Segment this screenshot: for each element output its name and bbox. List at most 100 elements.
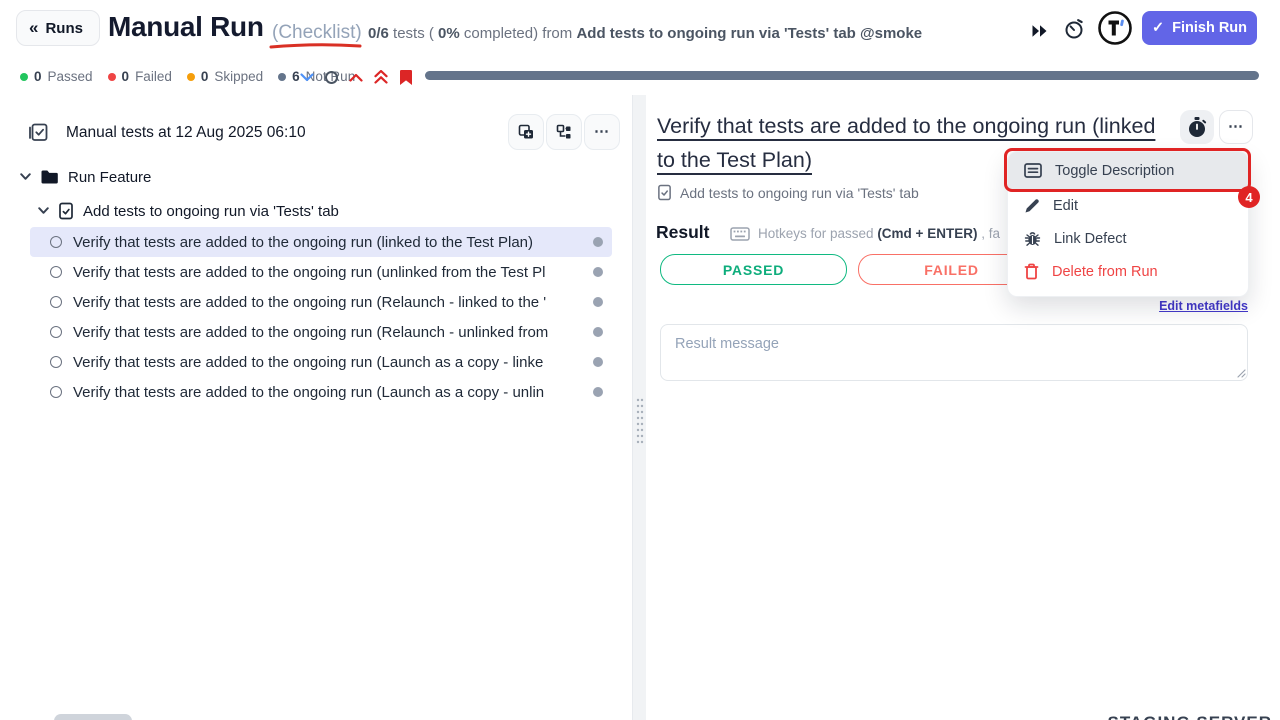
failed-count: 0 Failed [108,69,172,84]
tree-folder-run-feature[interactable]: Run Feature [20,163,151,191]
ellipsis-icon: ⋯ [594,127,610,137]
finish-run-button[interactable]: ✓ Finish Run [1142,11,1257,45]
status-dot-icon [593,357,603,367]
failed-dot-icon [108,73,116,81]
hotkeys-text: Hotkeys for passed (Cmd + ENTER) , fa [758,226,1000,241]
test-row[interactable]: Verify that tests are added to the ongoi… [30,377,612,407]
failed-number: 0 [122,69,130,84]
skipped-label: Skipped [214,69,263,84]
hotkeys-hint: Hotkeys for passed (Cmd + ENTER) , fa [730,226,1005,241]
tests-word: tests ( [389,25,438,42]
urgent-priority-filter[interactable] [374,70,388,84]
test-row[interactable]: Verify that tests are added to the ongoi… [30,257,612,287]
menu-item-link-defect[interactable]: Link Defect [1008,222,1248,255]
red-underline-annotation [269,42,363,50]
test-row[interactable]: Verify that tests are added to the ongoi… [30,317,612,347]
stopwatch-icon [1062,15,1086,41]
menu-item-toggle-description[interactable]: Toggle Description [1008,152,1248,189]
test-more-button[interactable]: ⋯ [1219,110,1253,144]
bookmark-icon [399,69,413,86]
edit-metafields-link[interactable]: Edit metafields [1159,299,1248,313]
panel-resize-handle[interactable] [632,95,646,720]
result-message-input[interactable] [660,324,1248,381]
test-suite-reference[interactable]: Add tests to ongoing run via 'Tests' tab [657,184,919,201]
menu-item-label: Toggle Description [1055,163,1174,179]
chevron-up-icon [349,73,363,82]
app-logo-button[interactable] [1097,10,1133,46]
high-priority-filter[interactable] [349,73,363,82]
not-run-circle-icon [50,356,62,368]
suite-label: Add tests to ongoing run via 'Tests' tab [83,203,339,220]
percent-complete: 0% [438,25,460,42]
pencil-icon [1024,198,1040,214]
status-dot-icon [593,327,603,337]
page-title: Manual Run [108,11,264,43]
double-chevron-left-icon: « [29,18,38,38]
passed-number: 0 [34,69,42,84]
chevron-down-icon [38,207,49,215]
not-run-circle-icon [50,326,62,338]
status-dot-icon [593,267,603,277]
testomat-logo-icon [1097,10,1133,46]
bookmark-filter[interactable] [399,69,413,86]
test-title: Verify that tests are added to the ongoi… [73,384,585,401]
normal-priority-filter[interactable] [325,71,338,84]
not-run-circle-icon [50,386,62,398]
annotation-step-badge: 4 [1238,186,1260,208]
tree-view-button[interactable] [546,114,582,150]
test-row[interactable]: Verify that tests are added to the ongoi… [30,287,612,317]
chevron-down-icon [300,73,314,82]
skipped-number: 0 [201,69,209,84]
test-timer-button[interactable] [1180,110,1214,144]
completed-word: completed) from [460,25,577,42]
tests-ratio: 0/6 [368,25,389,42]
test-title: Verify that tests are added to the ongoi… [73,234,585,251]
test-title: Verify that tests are added to the ongoi… [73,354,585,371]
back-to-runs-button[interactable]: « Runs [16,10,100,46]
notrun-dot-icon [278,73,286,81]
status-dot-icon [593,237,603,247]
run-progress-bar [425,71,1259,80]
folder-label: Run Feature [68,169,151,186]
tree-suite-node[interactable]: Add tests to ongoing run via 'Tests' tab [38,197,339,225]
test-row[interactable]: Verify that tests are added to the ongoi… [30,227,612,257]
menu-item-label: Edit [1053,198,1078,214]
stopwatch-filled-icon [1186,115,1208,139]
sidebar-more-button[interactable]: ⋯ [584,114,620,150]
folder-icon [40,169,59,185]
staging-server-watermark: STAGING SERVER [1107,713,1272,720]
mark-passed-button[interactable]: PASSED [660,254,847,285]
file-check-icon [657,184,672,201]
clipped-tooltip-chip [54,714,132,720]
test-title: Verify that tests are added to the ongoi… [73,264,585,281]
progress-fill [425,71,1259,80]
timer-button[interactable] [1059,13,1089,43]
not-run-circle-icon [50,236,62,248]
back-button-label: Runs [45,20,83,37]
test-run-page: « Runs Manual Run (Checklist) 0/6 tests … [0,0,1280,720]
status-dot-icon [593,387,603,397]
checklist-icon [28,121,50,143]
result-heading: Result [656,222,709,243]
run-instance-title: Manual tests at 12 Aug 2025 06:10 [66,124,306,142]
menu-item-edit[interactable]: Edit [1008,189,1248,222]
double-chevron-up-icon [374,70,388,84]
priority-filter-icons [300,68,413,86]
status-dot-icon [593,297,603,307]
test-row[interactable]: Verify that tests are added to the ongoi… [30,347,612,377]
copy-icon [517,123,535,141]
not-run-circle-icon [50,266,62,278]
fast-forward-icon [1031,24,1048,38]
tree-structure-icon [555,123,573,141]
failed-label: Failed [135,69,172,84]
menu-item-label: Delete from Run [1052,264,1158,280]
keyboard-icon [730,227,750,241]
run-source: Add tests to ongoing run via 'Tests' tab… [576,25,922,42]
copy-tests-button[interactable] [508,114,544,150]
run-type-label: (Checklist) [272,22,362,44]
chevron-down-filter[interactable] [300,73,314,82]
fast-forward-button[interactable] [1024,16,1054,46]
suite-reference-label: Add tests to ongoing run via 'Tests' tab [680,185,919,201]
menu-item-delete-from-run[interactable]: Delete from Run [1008,255,1248,288]
skipped-dot-icon [187,73,195,81]
